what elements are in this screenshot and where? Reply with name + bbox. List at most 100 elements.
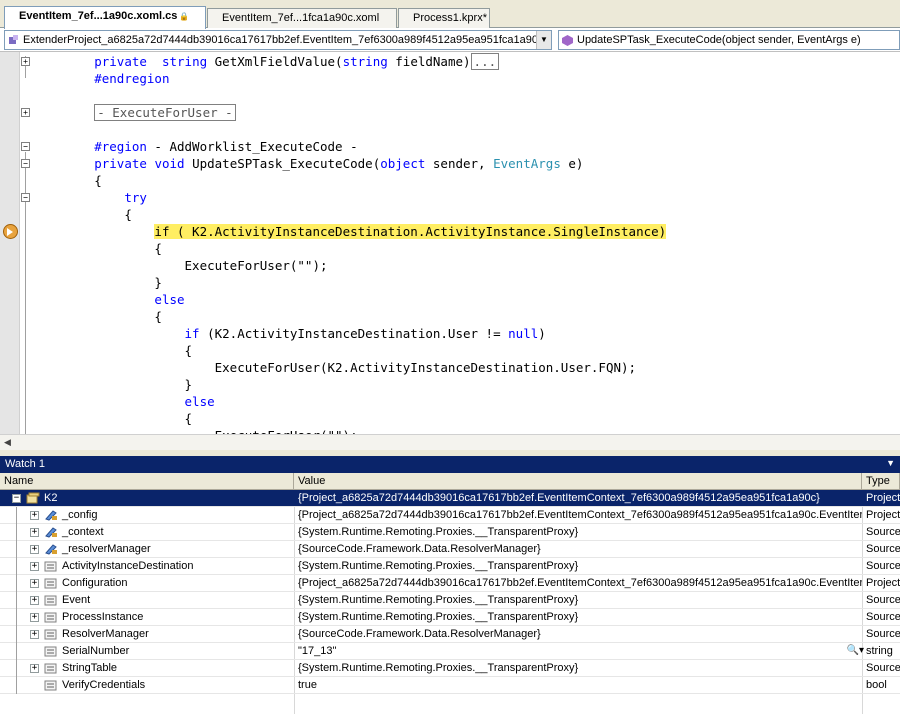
code-line[interactable]: if ( K2.ActivityInstanceDestination.Acti…: [34, 223, 900, 240]
code-line[interactable]: else: [34, 291, 900, 308]
member-dropdown[interactable]: UpdateSPTask_ExecuteCode(object sender, …: [558, 30, 900, 50]
chevron-down-icon[interactable]: ▼: [886, 458, 895, 468]
watch-title-label: Watch 1: [5, 458, 45, 470]
watch-value-cell[interactable]: {System.Runtime.Remoting.Proxies.__Trans…: [294, 660, 862, 677]
code-line[interactable]: {: [34, 172, 900, 189]
watch-type-cell: bool: [866, 679, 887, 691]
code-line[interactable]: #endregion: [34, 70, 900, 87]
code-line[interactable]: ExecuteForUser("");: [34, 257, 900, 274]
watch-row[interactable]: + ResolverManager {SourceCode.Framework.Da…: [0, 626, 900, 643]
code-line[interactable]: [34, 87, 900, 104]
watch-grid: Name Value Type − K2 {Project_a6825a72d744…: [0, 473, 900, 714]
watch-row[interactable]: SerialNumber "17_13" 🔍▾ string: [0, 643, 900, 660]
expand-icon[interactable]: +: [30, 528, 39, 537]
code-line[interactable]: {: [34, 342, 900, 359]
scroll-left-icon[interactable]: ◀: [4, 437, 11, 448]
expand-icon[interactable]: +: [30, 664, 39, 673]
code-line[interactable]: ExecuteForUser(K2.ActivityInstanceDestin…: [34, 359, 900, 376]
watch-type-cell: Source: [866, 628, 900, 640]
code-line[interactable]: {: [34, 206, 900, 223]
column-header-name[interactable]: Name: [0, 473, 294, 490]
watch-value-cell[interactable]: {System.Runtime.Remoting.Proxies.__Trans…: [294, 609, 862, 626]
expand-icon[interactable]: +: [30, 613, 39, 622]
watch-row[interactable]: + _context {System.Runtime.Remoting.Proxie…: [0, 524, 900, 541]
object-icon: [26, 492, 40, 504]
watch-value-cell[interactable]: {System.Runtime.Remoting.Proxies.__Trans…: [294, 524, 862, 541]
watch-value-cell[interactable]: {SourceCode.Framework.Data.ResolverManag…: [294, 541, 862, 558]
tab-xoml[interactable]: EventItem_7ef...1fca1a90c.xoml: [207, 8, 397, 28]
property-icon: [44, 611, 58, 623]
code-line[interactable]: [34, 121, 900, 138]
watch-row[interactable]: VerifyCredentials true bool: [0, 677, 900, 694]
expand-icon[interactable]: +: [30, 579, 39, 588]
property-icon: [44, 560, 58, 572]
collapse-icon[interactable]: −: [12, 494, 21, 503]
expand-region-icon[interactable]: +: [21, 108, 30, 117]
collapse-region-icon[interactable]: −: [21, 142, 30, 151]
type-dropdown[interactable]: ExtenderProject_a6825a72d7444db39016ca17…: [4, 30, 552, 50]
outlining-margin: + + − − −: [20, 52, 32, 434]
watch-value-cell[interactable]: true: [294, 677, 862, 694]
private-field-icon: [44, 526, 58, 538]
watch-row[interactable]: − K2 {Project_a6825a72d7444db39016ca17617b…: [0, 490, 900, 507]
property-icon: [44, 679, 58, 691]
watch-row[interactable]: + ActivityInstanceDestination {System.Runt…: [0, 558, 900, 575]
watch-row[interactable]: + _resolverManager {SourceCode.Framework.D…: [0, 541, 900, 558]
private-field-icon: [44, 509, 58, 521]
watch-name-cell: VerifyCredentials: [62, 679, 146, 691]
code-line[interactable]: {: [34, 308, 900, 325]
column-header-type[interactable]: Type: [862, 473, 900, 490]
watch-value-cell[interactable]: {Project_a6825a72d7444db39016ca17617bb2e…: [294, 575, 862, 592]
watch-row[interactable]: + Configuration {Project_a6825a72d7444db39…: [0, 575, 900, 592]
watch-row[interactable]: + StringTable {System.Runtime.Remoting.Pro…: [0, 660, 900, 677]
expand-region-icon[interactable]: +: [21, 57, 30, 66]
code-editor[interactable]: + + − − − private string GetXmlFieldValu…: [0, 52, 900, 434]
tab-xoml-cs[interactable]: EventItem_7ef...1a90c.xoml.cs 🔒: [4, 6, 206, 29]
code-line[interactable]: private string GetXmlFieldValue(string f…: [34, 53, 900, 70]
code-line[interactable]: }: [34, 376, 900, 393]
property-icon: [44, 662, 58, 674]
tab-label: EventItem_7ef...1a90c.xoml.cs: [19, 10, 178, 22]
column-header-value[interactable]: Value: [294, 473, 862, 490]
tab-label: Process1.kprx*: [413, 12, 487, 24]
code-line[interactable]: {: [34, 240, 900, 257]
watch-name-cell: K2: [44, 492, 58, 504]
type-dropdown-value: ExtenderProject_a6825a72d7444db39016ca17…: [23, 34, 539, 46]
expand-icon[interactable]: +: [30, 545, 39, 554]
collapse-region-icon[interactable]: −: [21, 159, 30, 168]
watch-value-cell[interactable]: {System.Runtime.Remoting.Proxies.__Trans…: [294, 592, 862, 609]
watch-value-cell[interactable]: {Project_a6825a72d7444db39016ca17617bb2e…: [294, 507, 862, 524]
collapsed-region[interactable]: ...: [470, 53, 500, 70]
collapsed-region[interactable]: - ExecuteForUser -: [94, 104, 236, 121]
horizontal-scrollbar[interactable]: ◀: [0, 434, 900, 450]
code-line[interactable]: }: [34, 274, 900, 291]
watch-value-cell[interactable]: {Project_a6825a72d7444db39016ca17617bb2e…: [294, 490, 862, 507]
watch-value-cell[interactable]: "17_13": [294, 643, 862, 660]
watch-row[interactable]: + ProcessInstance {System.Runtime.Remoting…: [0, 609, 900, 626]
code-line[interactable]: ExecuteForUser("");: [34, 427, 900, 434]
code-line[interactable]: try: [34, 189, 900, 206]
expand-icon[interactable]: +: [30, 630, 39, 639]
watch-type-cell: Source: [866, 543, 900, 555]
chevron-down-icon[interactable]: ▼: [536, 31, 551, 49]
code-line[interactable]: if (K2.ActivityInstanceDestination.User …: [34, 325, 900, 342]
watch-type-cell: Source: [866, 611, 900, 623]
watch-row[interactable]: + _config {Project_a6825a72d7444db39016ca1…: [0, 507, 900, 524]
watch-value-cell[interactable]: {System.Runtime.Remoting.Proxies.__Trans…: [294, 558, 862, 575]
breakpoint-margin[interactable]: [0, 52, 20, 434]
watch-type-cell: Project: [866, 577, 900, 589]
watch-type-cell: Source: [866, 594, 900, 606]
code-line[interactable]: {: [34, 410, 900, 427]
code-line[interactable]: else: [34, 393, 900, 410]
code-line[interactable]: #region - AddWorklist_ExecuteCode -: [34, 138, 900, 155]
collapse-region-icon[interactable]: −: [21, 193, 30, 202]
watch-name-cell: _resolverManager: [62, 543, 151, 555]
code-line[interactable]: - ExecuteForUser -: [34, 104, 900, 121]
watch-row[interactable]: + Event {System.Runtime.Remoting.Proxies._…: [0, 592, 900, 609]
code-line[interactable]: private void UpdateSPTask_ExecuteCode(ob…: [34, 155, 900, 172]
tab-kprx[interactable]: Process1.kprx*: [398, 8, 490, 28]
expand-icon[interactable]: +: [30, 596, 39, 605]
expand-icon[interactable]: +: [30, 511, 39, 520]
watch-value-cell[interactable]: {SourceCode.Framework.Data.ResolverManag…: [294, 626, 862, 643]
expand-icon[interactable]: +: [30, 562, 39, 571]
